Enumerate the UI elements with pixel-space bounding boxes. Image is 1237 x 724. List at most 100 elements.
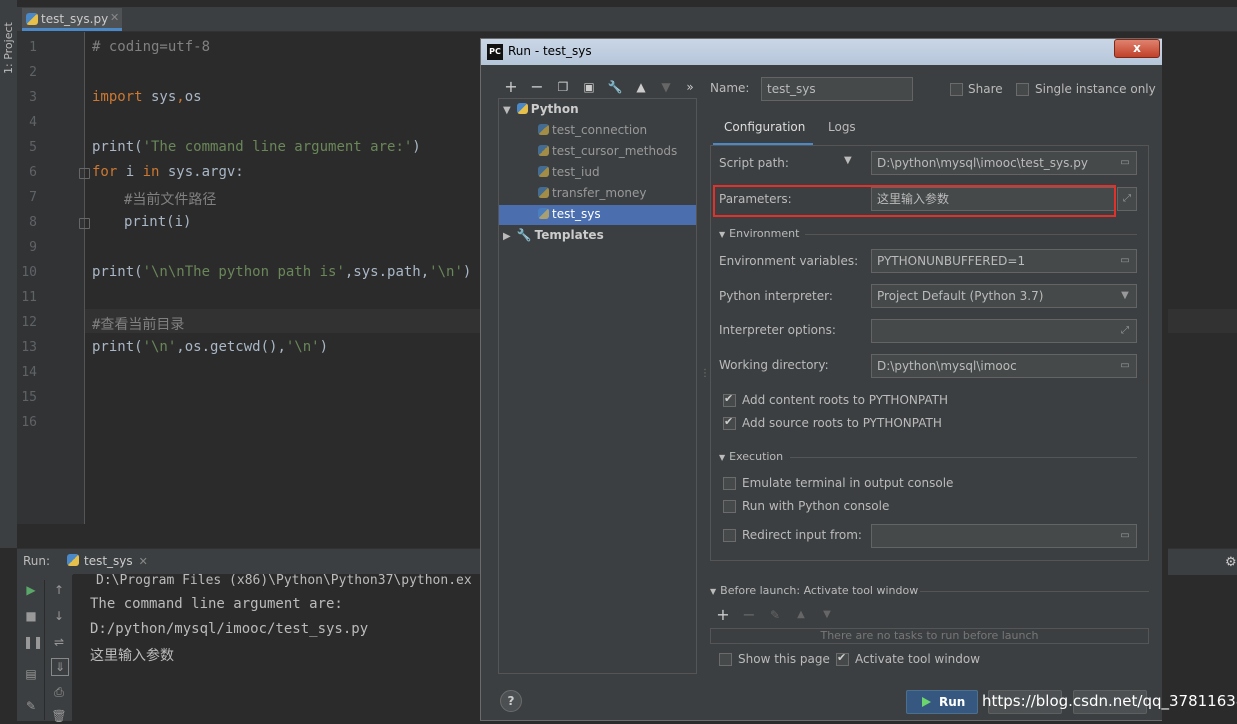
stop-icon[interactable]: ■ xyxy=(23,608,39,624)
line-number: 10 xyxy=(21,265,37,280)
python-icon xyxy=(516,103,528,114)
redirect-input-field[interactable]: ▭ xyxy=(871,524,1137,548)
folder-icon[interactable]: ▭ xyxy=(1118,529,1132,543)
run-panel-label: Run: xyxy=(23,554,51,568)
gutter-divider xyxy=(84,32,85,524)
run-tab-test-sys[interactable]: test_sys ✕ xyxy=(67,554,148,568)
single-instance-label: Single instance only xyxy=(1035,82,1156,96)
help-button[interactable]: ? xyxy=(500,690,522,712)
env-vars-input[interactable]: PYTHONUNBUFFERED=1 ▭ xyxy=(871,249,1137,273)
run-python-console-checkbox[interactable] xyxy=(723,500,736,513)
code-line-5: print('The command line argument are:') xyxy=(92,139,421,155)
plus-icon[interactable]: + xyxy=(503,79,519,95)
code-line-13: print('\n',os.getcwd(),'\n') xyxy=(92,339,329,355)
run-toolbar: ▶ ■ ❚❚ ▤ ✎ ↑ ↓ ⇌ ⇓ ⎙ 🗑 xyxy=(17,574,72,724)
up-arrow-icon[interactable]: ↑ xyxy=(51,582,67,598)
add-source-roots-checkbox[interactable] xyxy=(723,415,736,430)
folder-icon[interactable]: ▭ xyxy=(1118,359,1132,373)
python-interpreter-select[interactable]: Project Default (Python 3.7) ▼ xyxy=(871,284,1137,308)
project-tool-tab[interactable]: 1: Project xyxy=(0,14,17,76)
folder-icon[interactable]: ▭ xyxy=(1118,254,1132,268)
run-icon[interactable]: ▶ xyxy=(23,582,39,598)
print-icon[interactable]: ⎙ xyxy=(51,684,67,700)
line-number: 15 xyxy=(21,390,37,405)
pin-icon[interactable]: ✎ xyxy=(23,698,39,714)
dialog-title-bar[interactable]: PC Run - test_sys xyxy=(481,39,1167,65)
gear-icon[interactable]: ⚙ xyxy=(1225,555,1237,570)
line-number: 12 xyxy=(21,315,37,330)
activate-tool-window-checkbox[interactable] xyxy=(836,651,849,666)
tree-item-test-connection[interactable]: test_connection xyxy=(538,123,647,137)
execution-section-header[interactable]: ▼ Execution xyxy=(719,450,783,463)
save-icon[interactable]: ▣ xyxy=(581,79,597,95)
wrap-icon[interactable]: ⇌ xyxy=(51,634,67,650)
expand-icon[interactable]: ⤢ xyxy=(1118,324,1132,338)
share-checkbox[interactable] xyxy=(950,83,963,96)
code-line-3: import sys,os xyxy=(92,89,202,105)
console-line: The command line argument are: xyxy=(90,596,343,612)
code-line-8: print(i) xyxy=(124,214,192,230)
tree-group-templates[interactable]: ▶ 🔧 Templates xyxy=(503,228,604,242)
expand-icon[interactable]: ⤢ xyxy=(1117,187,1137,211)
fold-marker[interactable] xyxy=(79,218,90,229)
folder-icon[interactable]: ▭ xyxy=(1118,156,1132,170)
share-label: Share xyxy=(968,82,1003,96)
fold-marker[interactable] xyxy=(79,168,90,179)
pause-icon[interactable]: ❚❚ xyxy=(23,634,43,650)
close-tab-icon[interactable]: ✕ xyxy=(110,11,119,24)
single-instance-checkbox[interactable] xyxy=(1016,83,1029,96)
python-icon xyxy=(538,187,549,198)
tree-item-test-cursor-methods[interactable]: test_cursor_methods xyxy=(538,144,677,158)
name-input[interactable]: test_sys xyxy=(761,77,913,101)
copy-icon[interactable]: ❐ xyxy=(555,79,571,95)
down-arrow-icon[interactable]: ↓ xyxy=(51,608,67,624)
dialog-title: Run - test_sys xyxy=(508,44,592,58)
script-path-input[interactable]: D:\python\mysql\imooc\test_sys.py ▭ xyxy=(871,151,1137,175)
line-number: 5 xyxy=(29,140,37,155)
line-number: 1 xyxy=(29,40,37,55)
interpreter-options-input[interactable]: ⤢ xyxy=(871,319,1137,343)
minus-icon[interactable]: − xyxy=(529,79,545,95)
tool-window-strip xyxy=(0,0,18,548)
more-icon[interactable]: » xyxy=(682,79,698,95)
editor-tabs-bar xyxy=(17,7,1237,32)
close-tab-icon[interactable]: ✕ xyxy=(139,555,148,568)
move-down-icon[interactable]: ▼ xyxy=(819,607,835,623)
tree-item-transfer-money[interactable]: transfer_money xyxy=(538,186,647,200)
emulate-terminal-checkbox[interactable] xyxy=(723,477,736,490)
add-content-roots-label: Add content roots to PYTHONPATH xyxy=(742,393,948,407)
move-up-icon[interactable]: ▲ xyxy=(793,607,809,623)
expand-arrow-icon: ▼ xyxy=(503,105,511,116)
tree-item-test-sys[interactable]: test_sys xyxy=(538,207,601,221)
tree-group-python[interactable]: ▼ Python xyxy=(503,102,579,116)
layout-icon[interactable]: ▤ xyxy=(23,666,39,682)
show-page-checkbox[interactable] xyxy=(719,653,732,666)
run-button[interactable]: Run xyxy=(906,690,978,714)
line-number: 4 xyxy=(29,115,37,130)
wrench-icon[interactable]: 🔧 xyxy=(607,79,623,95)
dialog-close-button[interactable]: x xyxy=(1114,39,1160,58)
code-line-1: # coding=utf-8 xyxy=(92,39,211,55)
move-up-icon[interactable]: ▲ xyxy=(633,79,649,95)
code-line-7: #当前文件路径 xyxy=(124,192,217,208)
plus-icon[interactable]: + xyxy=(715,607,731,623)
redirect-input-checkbox[interactable] xyxy=(723,529,736,542)
trash-icon[interactable]: 🗑 xyxy=(51,708,67,724)
tab-logs[interactable]: Logs xyxy=(828,120,856,134)
before-launch-header[interactable]: ▼ Before launch: Activate tool window xyxy=(710,584,918,597)
tab-configuration[interactable]: Configuration xyxy=(724,120,805,134)
editor-tab-test-sys[interactable]: test_sys.py ✕ xyxy=(22,8,122,31)
dropdown-icon[interactable]: ▼ xyxy=(1118,289,1132,303)
splitter-handle[interactable]: ⋮ xyxy=(700,368,710,379)
add-content-roots-checkbox[interactable] xyxy=(723,392,736,407)
python-icon xyxy=(538,208,549,219)
edit-icon[interactable]: ✎ xyxy=(767,607,783,623)
tree-item-test-iud[interactable]: test_iud xyxy=(538,165,600,179)
scroll-end-icon[interactable]: ⇓ xyxy=(51,658,69,676)
minus-icon[interactable]: − xyxy=(741,607,757,623)
python-file-icon xyxy=(26,13,38,25)
working-dir-input[interactable]: D:\python\mysql\imooc ▭ xyxy=(871,354,1137,378)
dropdown-icon[interactable]: ▼ xyxy=(844,155,852,166)
environment-section-header[interactable]: ▼ Environment xyxy=(719,227,799,240)
move-down-icon[interactable]: ▼ xyxy=(658,79,674,95)
